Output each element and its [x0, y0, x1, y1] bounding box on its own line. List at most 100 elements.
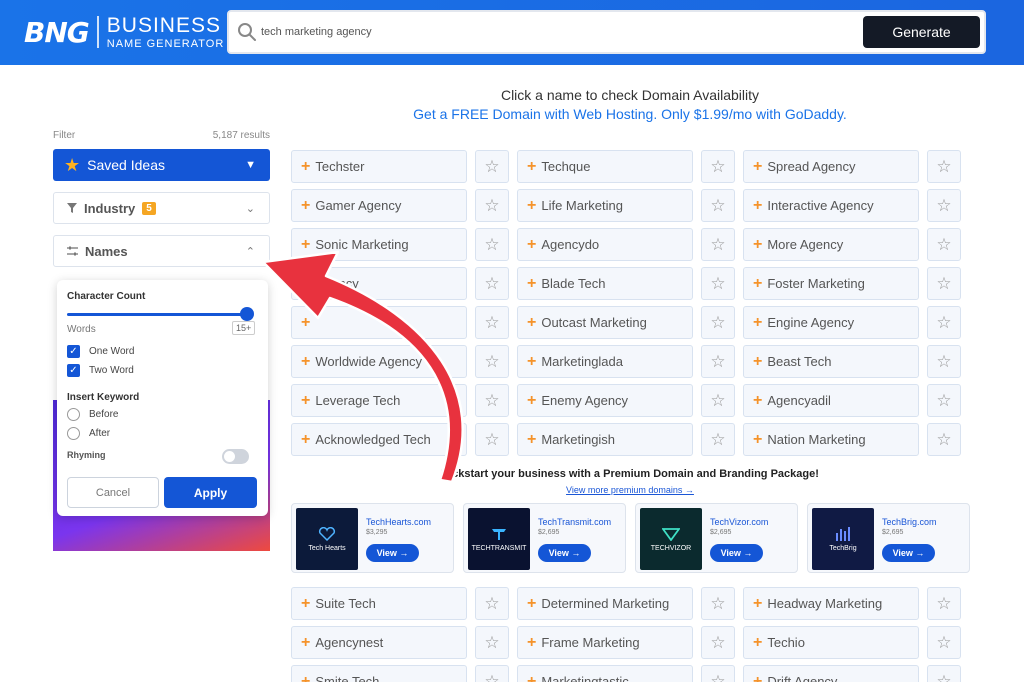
star-icon[interactable]: ☆ [927, 626, 961, 659]
star-icon[interactable]: ☆ [927, 228, 961, 261]
name-suggestion[interactable]: + Smite Tech [291, 665, 467, 682]
name-suggestion[interactable]: + Agency [291, 267, 467, 300]
star-icon[interactable]: ☆ [927, 306, 961, 339]
filter-sidebar: Filter 5,187 results ★ Saved Ideas ▼ Ind… [53, 130, 270, 551]
names-accordion[interactable]: Names ⌃ [53, 235, 270, 267]
star-icon[interactable]: ☆ [475, 384, 509, 417]
star-icon[interactable]: ☆ [927, 665, 961, 682]
star-icon[interactable]: ☆ [475, 306, 509, 339]
name-suggestion[interactable]: + Agencynest [291, 626, 467, 659]
star-icon[interactable]: ☆ [701, 665, 735, 682]
name-suggestion[interactable]: + Life Marketing [517, 189, 693, 222]
name-suggestion[interactable]: + Beast Tech [743, 345, 919, 378]
name-suggestion[interactable]: + Drift Agency [743, 665, 919, 682]
star-icon[interactable]: ☆ [475, 345, 509, 378]
star-icon[interactable]: ☆ [475, 150, 509, 183]
name-suggestion[interactable]: + Outcast Marketing [517, 306, 693, 339]
name-suggestion[interactable]: + Techque [517, 150, 693, 183]
premium-card[interactable]: Tech Hearts TechHearts.com $3,295 View → [291, 503, 454, 573]
star-icon[interactable]: ☆ [475, 423, 509, 456]
name-suggestion[interactable]: + Frame Marketing [517, 626, 693, 659]
name-suggestion[interactable]: + Marketingtastic [517, 665, 693, 682]
star-icon[interactable]: ☆ [475, 587, 509, 620]
star-icon[interactable]: ☆ [927, 150, 961, 183]
name-suggestion[interactable]: + Techio [743, 626, 919, 659]
star-icon[interactable]: ☆ [927, 189, 961, 222]
name-suggestion[interactable]: + Interactive Agency [743, 189, 919, 222]
star-icon[interactable]: ☆ [475, 189, 509, 222]
name-suggestion[interactable]: + Enemy Agency [517, 384, 693, 417]
view-button[interactable]: View → [538, 544, 591, 562]
star-icon[interactable]: ☆ [927, 587, 961, 620]
view-button[interactable]: View → [710, 544, 763, 562]
industry-accordion[interactable]: Industry 5 ⌄ [53, 192, 270, 224]
star-icon[interactable]: ☆ [701, 267, 735, 300]
chevron-down-icon: ⌄ [245, 202, 255, 215]
two-word-label: Two Word [89, 365, 134, 376]
star-icon[interactable]: ☆ [927, 345, 961, 378]
before-radio[interactable]: Before [67, 408, 118, 421]
industry-count-badge: 5 [142, 201, 156, 215]
view-button[interactable]: View → [882, 544, 935, 562]
name-suggestion-label: Marketingtastic [541, 674, 629, 682]
star-icon[interactable]: ☆ [701, 306, 735, 339]
intro-instruction: Click a name to check Domain Availabilit… [500, 87, 760, 103]
star-icon[interactable]: ☆ [701, 384, 735, 417]
name-suggestion[interactable]: + Suite Tech [291, 587, 467, 620]
name-suggestion[interactable]: + Agencydo [517, 228, 693, 261]
character-count-slider[interactable] [67, 313, 247, 316]
name-suggestion[interactable]: + Techster [291, 150, 467, 183]
plus-icon: + [301, 235, 311, 253]
name-suggestion[interactable]: + Acknowledged Tech [291, 423, 467, 456]
saved-ideas-button[interactable]: ★ Saved Ideas ▼ [53, 149, 270, 181]
name-suggestion[interactable]: + Nation Marketing [743, 423, 919, 456]
view-button[interactable]: View → [366, 544, 419, 562]
after-radio[interactable]: After [67, 427, 110, 440]
view-premium-domains-link[interactable]: View more premium domains → [290, 485, 970, 495]
star-icon[interactable]: ☆ [927, 384, 961, 417]
star-icon[interactable]: ☆ [701, 587, 735, 620]
star-icon[interactable]: ☆ [475, 228, 509, 261]
star-icon[interactable]: ☆ [701, 626, 735, 659]
name-suggestion[interactable]: + Gamer Agency [291, 189, 467, 222]
star-icon[interactable]: ☆ [475, 665, 509, 682]
name-suggestion[interactable]: + Marketingish [517, 423, 693, 456]
name-suggestion[interactable]: + Marketinglada [517, 345, 693, 378]
premium-card[interactable]: TECHTRANSMIT TechTransmit.com $2,695 Vie… [463, 503, 626, 573]
one-word-checkbox[interactable]: ✓ One Word [67, 345, 134, 358]
search-input[interactable] [261, 20, 841, 44]
name-suggestion[interactable]: + Blade Tech [517, 267, 693, 300]
star-icon[interactable]: ☆ [475, 626, 509, 659]
name-suggestion[interactable]: + Determined Marketing [517, 587, 693, 620]
name-suggestion[interactable]: + Headway Marketing [743, 587, 919, 620]
name-suggestion[interactable]: + Leverage Tech [291, 384, 467, 417]
two-word-checkbox[interactable]: ✓ Two Word [67, 364, 134, 377]
premium-card[interactable]: TechBrig TechBrig.com $2,695 View → [807, 503, 970, 573]
star-icon[interactable]: ☆ [475, 267, 509, 300]
name-suggestion[interactable]: + Spread Agency [743, 150, 919, 183]
star-icon[interactable]: ☆ [927, 267, 961, 300]
logo[interactable]: BNG BUSINESS NAME GENERATOR [24, 14, 224, 50]
star-icon[interactable]: ☆ [701, 228, 735, 261]
star-icon[interactable]: ☆ [701, 423, 735, 456]
name-suggestion[interactable]: + More Agency [743, 228, 919, 261]
star-icon[interactable]: ☆ [927, 423, 961, 456]
apply-button[interactable]: Apply [164, 477, 257, 508]
godaddy-promo-link[interactable]: Get a FREE Domain with Web Hosting. Only… [290, 106, 970, 122]
generate-button[interactable]: Generate [863, 16, 980, 48]
premium-logo-text: TechBrig [829, 544, 857, 552]
slider-handle[interactable] [240, 307, 254, 321]
rhyming-toggle[interactable] [222, 449, 249, 464]
name-suggestion[interactable]: + Agencyadil [743, 384, 919, 417]
name-suggestion[interactable]: + Sonic Marketing [291, 228, 467, 261]
cancel-button[interactable]: Cancel [67, 477, 159, 508]
name-suggestion[interactable]: + Worldwide Agency [291, 345, 467, 378]
star-icon[interactable]: ☆ [701, 150, 735, 183]
plus-icon: + [527, 594, 537, 612]
star-icon[interactable]: ☆ [701, 189, 735, 222]
premium-card[interactable]: TECHVIZOR TechVizor.com $2,695 View → [635, 503, 798, 573]
name-suggestion[interactable]: + Foster Marketing [743, 267, 919, 300]
star-icon[interactable]: ☆ [701, 345, 735, 378]
name-suggestion[interactable]: + [291, 306, 467, 339]
name-suggestion[interactable]: + Engine Agency [743, 306, 919, 339]
